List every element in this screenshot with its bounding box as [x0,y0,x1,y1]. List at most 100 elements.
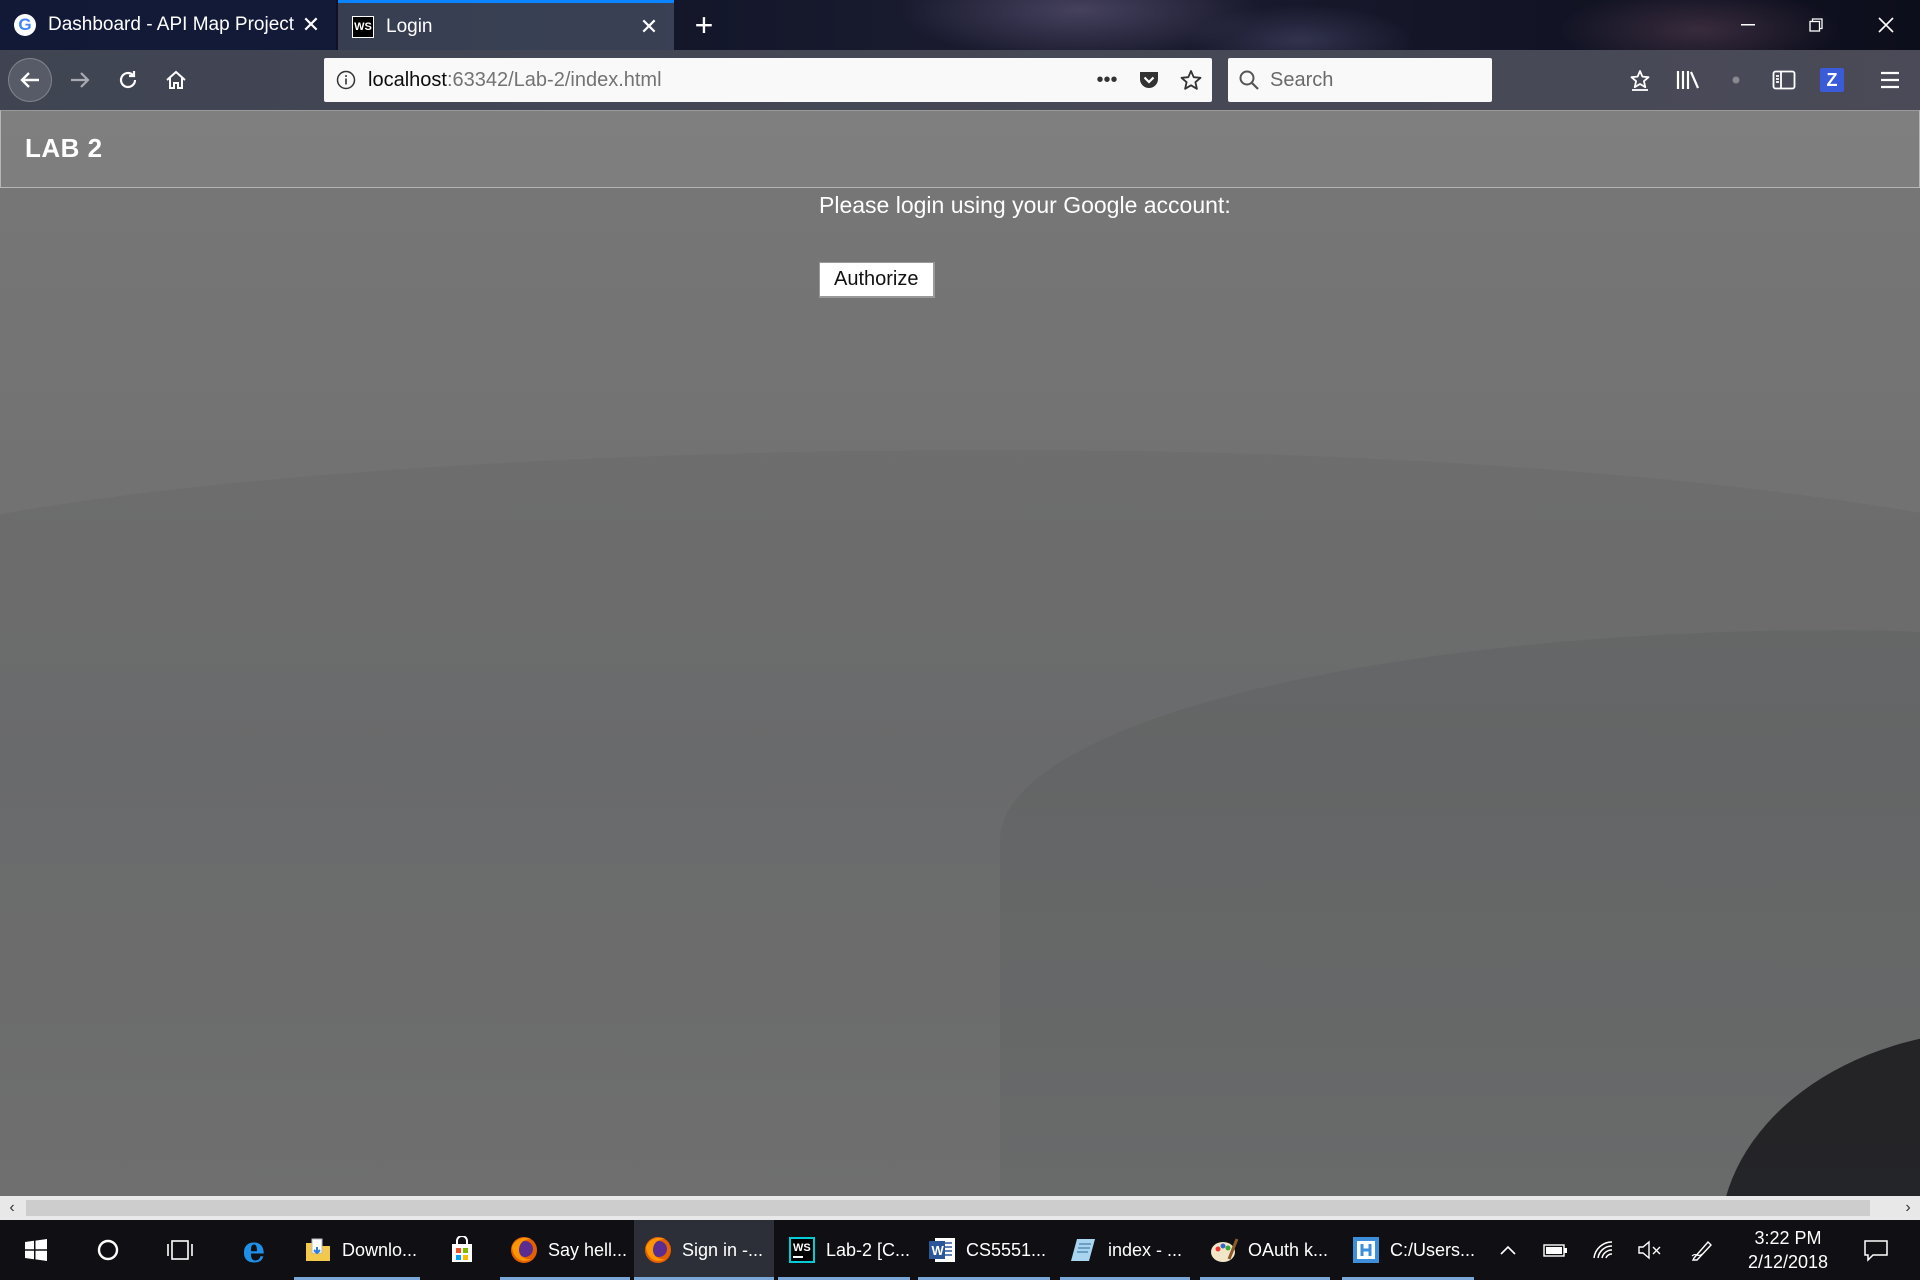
home-icon [166,70,186,89]
chevron-up-icon [1500,1245,1516,1255]
new-tab-button[interactable]: + [684,0,724,50]
tray-battery[interactable] [1538,1220,1574,1280]
tray-pen[interactable] [1684,1220,1720,1280]
taskbar-app-label: C:/Users... [1390,1239,1476,1260]
firefox-icon [642,1234,674,1266]
start-button[interactable] [12,1220,60,1280]
action-center-button[interactable] [1850,1220,1902,1280]
taskbar-app-word[interactable]: W CS5551... [918,1220,1050,1280]
task-view-icon [167,1240,193,1260]
window-close-button[interactable] [1852,0,1920,50]
taskbar-app-label: Say hell... [548,1239,628,1260]
webstorm-icon: WS [786,1234,818,1266]
login-prompt: Please login using your Google account: [819,192,1231,218]
info-icon[interactable] [324,58,368,102]
authorize-button[interactable]: Authorize [819,262,935,298]
file-explorer-icon [302,1234,334,1266]
search-input[interactable] [1270,68,1480,92]
url-text[interactable]: localhost:63342/Lab-2/index.html [368,69,1086,92]
taskbar-app-notepad[interactable]: index - ... [1060,1220,1190,1280]
tab-dashboard[interactable]: G Dashboard - API Map Project ✕ [0,0,336,50]
horizontal-scrollbar[interactable]: ‹ › [0,1196,1920,1220]
paint-icon [1208,1234,1240,1266]
restore-button[interactable] [1782,0,1850,50]
taskbar-app-paint[interactable]: OAuth k... [1200,1220,1330,1280]
svg-text:W: W [932,1243,945,1258]
windows-taskbar: e Downlo... Say hell... Sign in -... WS … [0,1220,1920,1280]
home-button[interactable] [154,58,198,102]
minimize-button[interactable] [1714,0,1782,50]
minimize-icon [1741,24,1755,26]
reload-button[interactable] [106,58,150,102]
tray-network[interactable] [1586,1220,1622,1280]
taskbar-app-label: index - ... [1108,1239,1183,1260]
bookmarks-star-button[interactable] [1618,58,1662,102]
pen-icon [1691,1240,1712,1261]
star-icon[interactable] [1170,58,1212,102]
taskbar-app-terminal[interactable]: C:/Users... [1342,1220,1476,1280]
reload-icon [119,71,137,89]
sidebar-icon [1772,70,1796,90]
zotero-icon: Z [1820,68,1844,92]
browser-toolbar: localhost:63342/Lab-2/index.html ••• Z [0,50,1920,110]
taskbar-app-downloads[interactable]: Downlo... [294,1220,420,1280]
library-icon [1676,71,1700,89]
wifi-icon [1593,1241,1613,1259]
close-icon[interactable]: ✕ [300,12,322,37]
cortana-button[interactable] [84,1220,132,1280]
taskbar-app-firefox-2[interactable]: Sign in -... [634,1220,774,1280]
tab-title: Dashboard - API Map Project [48,14,295,35]
page-title: LAB 2 [25,133,103,163]
close-icon [1878,17,1894,33]
library-button[interactable] [1666,58,1710,102]
pocket-icon[interactable] [1128,58,1170,102]
svg-text:WS: WS [793,1242,811,1254]
search-bar[interactable] [1228,58,1492,102]
word-icon: W [926,1234,958,1266]
bookmark-star-icon [1630,70,1650,91]
taskbar-app-label: Lab-2 [C... [826,1239,911,1260]
extension-icon[interactable] [1714,58,1758,102]
back-button[interactable] [8,58,52,102]
hamburger-icon [1881,71,1899,89]
arrow-right-icon [71,72,90,88]
taskbar-app-firefox-1[interactable]: Say hell... [500,1220,630,1280]
taskbar-app-webstorm[interactable]: WS Lab-2 [C... [778,1220,910,1280]
taskbar-app-store[interactable] [436,1220,488,1280]
url-host: localhost [368,68,447,91]
taskbar-app-label: OAuth k... [1248,1239,1329,1260]
notification-icon [1864,1240,1888,1262]
google-icon: G [14,14,36,36]
page-actions-icon[interactable]: ••• [1086,58,1128,102]
store-icon [446,1234,478,1266]
edge-button[interactable]: e [228,1220,280,1280]
taskbar-app-label: Sign in -... [682,1239,764,1260]
tab-login[interactable]: WS Login ✕ [338,0,674,50]
sidebar-button[interactable] [1762,58,1806,102]
scroll-right-icon[interactable]: › [1896,1196,1920,1220]
edge-icon: e [242,1229,266,1271]
tray-overflow-button[interactable] [1492,1220,1524,1280]
clock-time: 3:22 PM [1754,1228,1822,1248]
arrow-left-icon [20,72,39,88]
restore-icon [1809,18,1823,32]
terminal-icon [1350,1234,1382,1266]
scrollbar-thumb[interactable] [26,1200,1870,1216]
firefox-icon [508,1234,540,1266]
tray-volume[interactable] [1632,1220,1668,1280]
forward-button[interactable] [58,58,102,102]
url-bar[interactable]: localhost:63342/Lab-2/index.html ••• [324,58,1212,102]
menu-button[interactable] [1868,58,1912,102]
notepad-icon [1068,1234,1100,1266]
taskbar-clock[interactable]: 3:22 PM 2/12/2018 [1728,1226,1848,1274]
close-icon[interactable]: ✕ [638,14,660,39]
search-icon [1228,58,1270,102]
taskbar-app-label: CS5551... [966,1239,1047,1260]
scroll-left-icon[interactable]: ‹ [0,1196,24,1220]
task-view-button[interactable] [156,1220,204,1280]
volume-muted-icon [1638,1240,1661,1260]
browser-titlebar: G Dashboard - API Map Project ✕ WS Login… [0,0,1920,50]
zotero-button[interactable]: Z [1810,58,1854,102]
windows-icon [25,1239,47,1261]
webstorm-icon: WS [352,15,374,38]
